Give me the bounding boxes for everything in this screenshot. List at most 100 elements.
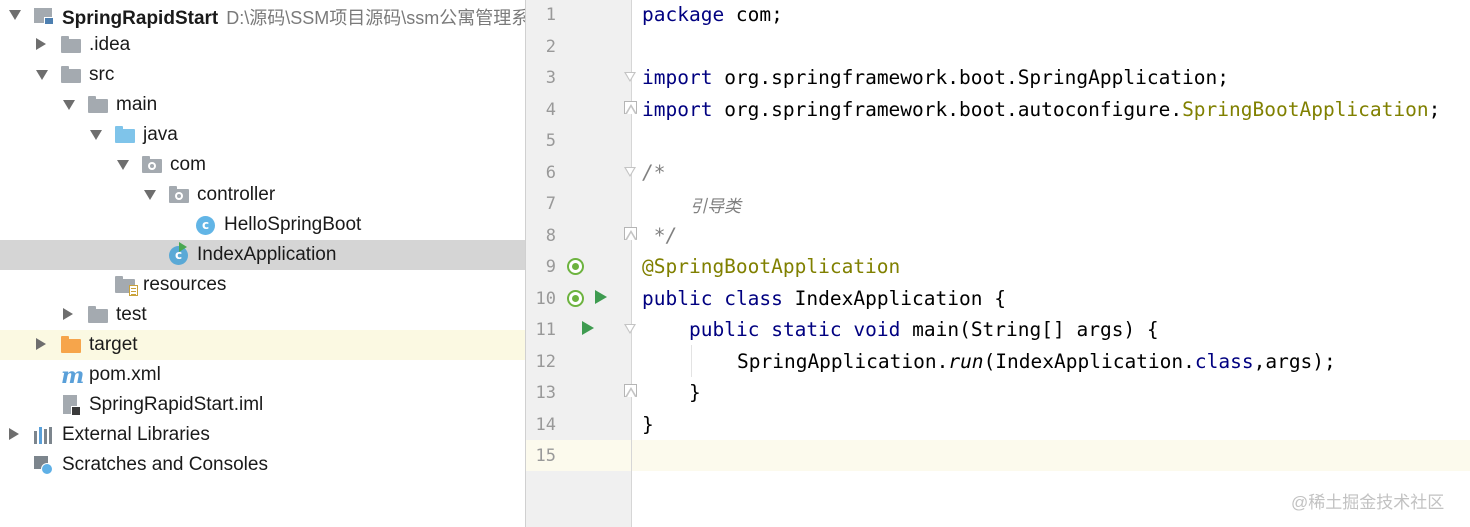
- tree-item-hellospringboot[interactable]: c HelloSpringBoot: [0, 210, 525, 240]
- fold-end-icon[interactable]: [624, 384, 637, 397]
- indent-guide: [691, 345, 692, 377]
- resources-folder-icon: [115, 275, 138, 296]
- fold-start-icon[interactable]: [624, 167, 637, 180]
- tree-item-label: Scratches and Consoles: [62, 454, 268, 475]
- tree-item-src[interactable]: src: [0, 60, 525, 90]
- keyword: class: [724, 287, 783, 310]
- collapse-arrow-icon[interactable]: [33, 38, 47, 52]
- line-number: 6: [545, 163, 556, 183]
- project-path: D:\源码\SSM项目源码\ssm公寓管理系: [226, 8, 525, 28]
- tree-item-label: External Libraries: [62, 424, 210, 445]
- line-number: 4: [545, 100, 556, 120]
- expand-arrow-icon[interactable]: [62, 98, 76, 112]
- package-icon: [169, 185, 189, 205]
- code-line-7: 引导类: [690, 197, 741, 217]
- code-line-12: SpringApplication.run(IndexApplication.c…: [737, 350, 1336, 373]
- keyword: public: [689, 318, 760, 341]
- tree-item-controller[interactable]: controller: [0, 180, 525, 210]
- tree-item-label: src: [89, 64, 115, 85]
- static-method-call: run: [948, 350, 984, 373]
- code-line-14: }: [642, 413, 654, 436]
- line-number: 15: [535, 446, 556, 466]
- tree-item-main[interactable]: main: [0, 90, 525, 120]
- excluded-folder-icon: [61, 335, 81, 355]
- fold-start-icon[interactable]: [624, 324, 637, 337]
- tree-item-scratches[interactable]: Scratches and Consoles: [0, 450, 525, 480]
- spring-bean-icon[interactable]: [567, 258, 584, 275]
- tree-item-label: pom.xml: [89, 364, 161, 385]
- tree-item-label: com: [170, 154, 206, 175]
- code-line-13: }: [689, 381, 701, 404]
- tree-item-external-libraries[interactable]: External Libraries: [0, 420, 525, 450]
- tree-item-label: .idea: [89, 34, 131, 55]
- line-number: 2: [545, 37, 556, 57]
- code-text: com;: [724, 3, 783, 26]
- tree-item-iml[interactable]: SpringRapidStart.iml: [0, 390, 525, 420]
- unused-import-text: SpringBootApplication: [1182, 98, 1429, 121]
- maven-icon: m: [61, 363, 85, 389]
- watermark: @稀土掘金技术社区: [1291, 493, 1445, 512]
- line-number: 9: [545, 257, 556, 277]
- line-number: 7: [545, 194, 556, 214]
- tree-item-root[interactable]: SpringRapidStart D:\源码\SSM项目源码\ssm公寓管理系: [0, 0, 525, 30]
- keyword: static: [771, 318, 842, 341]
- code-text: IndexApplication {: [782, 287, 1006, 310]
- tree-item-indexapplication[interactable]: c IndexApplication: [0, 240, 525, 270]
- line-number: 13: [535, 383, 556, 403]
- folder-icon: [61, 65, 81, 85]
- code-text: org.springframework.boot.SpringApplicati…: [712, 66, 1230, 89]
- code-line-9: @SpringBootApplication: [642, 255, 901, 278]
- tree-item-test[interactable]: test: [0, 300, 525, 330]
- line-number: 12: [535, 352, 556, 372]
- package-icon: [142, 155, 162, 175]
- current-line-highlight: [526, 440, 1470, 471]
- keyword: import: [642, 66, 713, 89]
- expand-arrow-icon[interactable]: [89, 128, 103, 142]
- class-icon: c: [196, 215, 216, 235]
- code-line-10: public class IndexApplication {: [642, 287, 1006, 310]
- keyword: void: [853, 318, 901, 341]
- keyword: import: [642, 98, 713, 121]
- code-line-3: import org.springframework.boot.SpringAp…: [642, 66, 1229, 89]
- project-tree: SpringRapidStart D:\源码\SSM项目源码\ssm公寓管理系 .…: [0, 0, 525, 527]
- collapse-arrow-icon[interactable]: [6, 428, 20, 442]
- tree-item-target[interactable]: target: [0, 330, 525, 360]
- line-number: 10: [535, 289, 556, 309]
- code-text: (IndexApplication.: [983, 350, 1195, 373]
- run-icon[interactable]: [595, 290, 607, 304]
- tree-item-label: test: [116, 304, 147, 325]
- source-folder-icon: [115, 125, 135, 145]
- tree-item-com[interactable]: com: [0, 150, 525, 180]
- fold-end-icon[interactable]: [624, 101, 637, 114]
- iml-file-icon: [61, 395, 81, 416]
- expand-arrow-icon[interactable]: [143, 188, 157, 202]
- code-text: ;: [1428, 98, 1441, 121]
- code-line-1: package com;: [642, 3, 783, 26]
- keyword: class: [1194, 350, 1254, 373]
- expand-arrow-icon[interactable]: [35, 68, 49, 82]
- run-icon[interactable]: [582, 321, 594, 335]
- code-line-11: public static void main(String[] args) {: [689, 318, 1159, 341]
- line-number: 5: [545, 131, 556, 151]
- tree-item-label: IndexApplication: [197, 244, 337, 265]
- tree-item-label: target: [89, 334, 138, 355]
- line-number: 11: [535, 320, 556, 340]
- code-text: main(String[] args) {: [900, 318, 1159, 341]
- tree-item-label: resources: [143, 274, 227, 295]
- library-icon: [34, 425, 54, 445]
- tree-item-resources[interactable]: resources: [0, 270, 525, 300]
- collapse-arrow-icon[interactable]: [60, 308, 74, 322]
- code-text: ,args);: [1253, 350, 1336, 373]
- spring-bean-icon[interactable]: [567, 290, 584, 307]
- tree-item-java[interactable]: java: [0, 120, 525, 150]
- fold-end-icon[interactable]: [624, 227, 637, 240]
- expand-arrow-icon[interactable]: [8, 8, 22, 22]
- tree-item-pom[interactable]: m pom.xml: [0, 360, 525, 390]
- collapse-arrow-icon[interactable]: [33, 338, 47, 352]
- folder-icon: [88, 305, 108, 325]
- folder-icon: [61, 35, 81, 55]
- tree-item-idea[interactable]: .idea: [0, 30, 525, 60]
- line-number: 3: [545, 68, 556, 88]
- expand-arrow-icon[interactable]: [116, 158, 130, 172]
- fold-start-icon[interactable]: [624, 72, 637, 85]
